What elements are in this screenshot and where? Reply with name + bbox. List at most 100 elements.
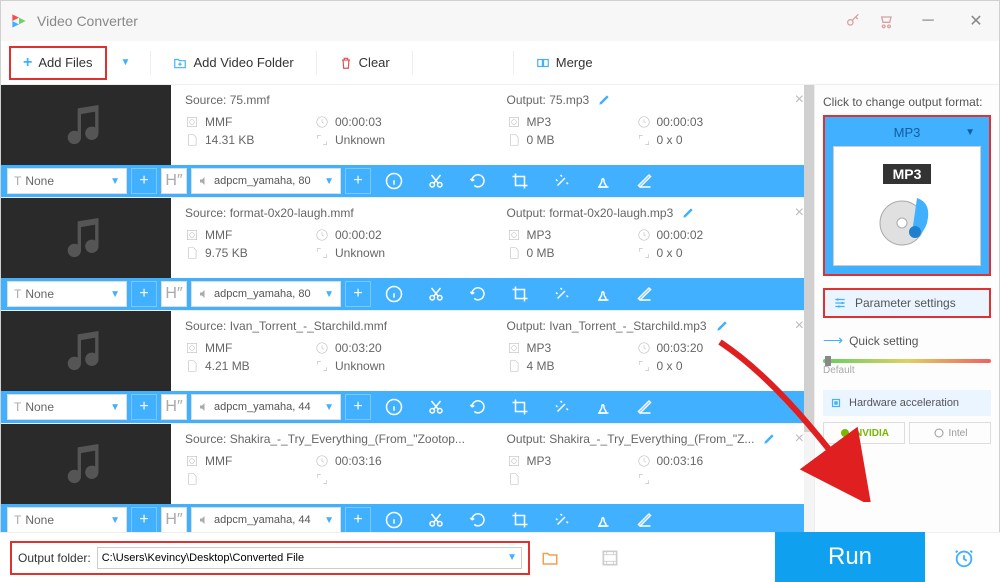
remove-button[interactable]: × [795,91,804,109]
src-size: 14.31 KB [205,133,254,147]
hardsub-button[interactable]: H″ [161,168,187,194]
rotate-icon[interactable] [469,172,487,190]
format-box[interactable]: MP3 ▼ MP3 [823,115,991,276]
info-icon[interactable] [385,511,403,529]
remove-button[interactable]: × [795,204,804,222]
alarm-icon[interactable] [953,547,975,569]
src-format: MMF [205,115,232,129]
subtitle-edit-icon[interactable] [637,285,655,303]
titlebar: Video Converter ─ ✕ [1,1,999,41]
clock-icon [315,454,329,468]
watermark-icon[interactable] [595,285,613,303]
effects-icon[interactable] [553,511,571,529]
info-icon[interactable] [385,172,403,190]
hardware-accel-toggle[interactable]: Hardware acceleration [823,390,991,416]
subtitle-edit-icon[interactable] [637,511,655,529]
info-icon[interactable] [385,398,403,416]
watermark-icon[interactable] [595,398,613,416]
clear-button[interactable]: Clear [327,49,402,76]
out-dim: 0 x 0 [657,133,683,147]
format-icon [185,454,199,468]
hardsub-button[interactable]: H″ [161,394,187,420]
crop-icon[interactable] [511,511,529,529]
add-files-button[interactable]: + Add Files [9,46,107,80]
parameter-settings-button[interactable]: Parameter settings [823,288,991,318]
run-button[interactable]: Run [775,532,925,582]
audio-select[interactable]: adpcm_yamaha, 80 ▼ [191,168,341,194]
format-select[interactable]: MP3 ▼ [833,125,981,140]
thumbnail[interactable] [1,311,171,391]
edit-icon[interactable] [762,432,776,446]
cut-icon[interactable] [427,172,445,190]
remove-button[interactable]: × [795,430,804,448]
cut-icon[interactable] [427,511,445,529]
add-subtitle-button[interactable]: + [131,394,157,420]
merge-button[interactable]: Merge [524,49,605,76]
add-audio-button[interactable]: + [345,394,371,420]
add-audio-button[interactable]: + [345,507,371,533]
hardsub-button[interactable]: H″ [161,507,187,533]
audio-select[interactable]: adpcm_yamaha, 44 ▼ [191,394,341,420]
add-subtitle-button[interactable]: + [131,507,157,533]
key-icon[interactable] [845,13,861,29]
add-subtitle-button[interactable]: + [131,281,157,307]
edit-icon[interactable] [681,206,695,220]
quality-slider[interactable] [823,359,991,363]
subtitle-select[interactable]: TNone ▼ [7,168,127,194]
effects-icon[interactable] [553,285,571,303]
info-icon[interactable] [385,285,403,303]
subtitle-edit-icon[interactable] [637,172,655,190]
out-format: MP3 [527,454,552,468]
remove-button[interactable]: × [795,317,804,335]
dimensions-icon [315,472,329,486]
add-folder-button[interactable]: Add Video Folder [161,49,305,76]
audio-select[interactable]: adpcm_yamaha, 80 ▼ [191,281,341,307]
cut-icon[interactable] [427,398,445,416]
edit-icon[interactable] [597,93,611,107]
subtitle-edit-icon[interactable] [637,398,655,416]
watermark-icon[interactable] [595,172,613,190]
subtitle-select[interactable]: TNone ▼ [7,507,127,533]
minimize-button[interactable]: ─ [913,6,943,36]
browse-folder-icon[interactable] [540,549,560,567]
dimensions-icon [637,359,651,373]
output-folder-label: Output folder: [18,551,91,565]
subtitle-select[interactable]: TNone ▼ [7,394,127,420]
add-audio-button[interactable]: + [345,168,371,194]
src-size: 9.75 KB [205,246,248,260]
add-subtitle-button[interactable]: + [131,168,157,194]
rotate-icon[interactable] [469,285,487,303]
dimensions-icon [637,133,651,147]
crop-icon[interactable] [511,285,529,303]
rotate-icon[interactable] [469,511,487,529]
thumbnail[interactable] [1,85,171,165]
dimensions-icon [315,359,329,373]
cart-icon[interactable] [879,13,895,29]
src-dim: Unknown [335,133,385,147]
watermark-icon[interactable] [595,511,613,529]
subtitle-select[interactable]: TNone ▼ [7,281,127,307]
film-icon[interactable] [600,548,620,568]
out-duration: 00:03:20 [657,341,704,355]
thumbnail[interactable] [1,198,171,278]
effects-icon[interactable] [553,398,571,416]
cut-icon[interactable] [427,285,445,303]
src-duration: 00:00:03 [335,115,382,129]
speaker-icon [198,514,210,526]
add-audio-button[interactable]: + [345,281,371,307]
thumbnail[interactable] [1,424,171,504]
output-folder-input[interactable]: C:\Users\Kevincy\Desktop\Converted File … [97,547,522,569]
add-files-dropdown[interactable]: ▼ [111,57,141,68]
rotate-icon[interactable] [469,398,487,416]
effects-icon[interactable] [553,172,571,190]
nvidia-badge: NVIDIA [823,422,905,444]
quick-setting-row[interactable]: ⟶ Quick setting [823,332,991,349]
hardsub-button[interactable]: H″ [161,281,187,307]
audio-select[interactable]: adpcm_yamaha, 44 ▼ [191,507,341,533]
close-button[interactable]: ✕ [961,6,991,36]
scrollbar[interactable] [804,85,814,581]
crop-icon[interactable] [511,398,529,416]
edit-icon[interactable] [715,319,729,333]
crop-icon[interactable] [511,172,529,190]
clock-icon [637,115,651,129]
